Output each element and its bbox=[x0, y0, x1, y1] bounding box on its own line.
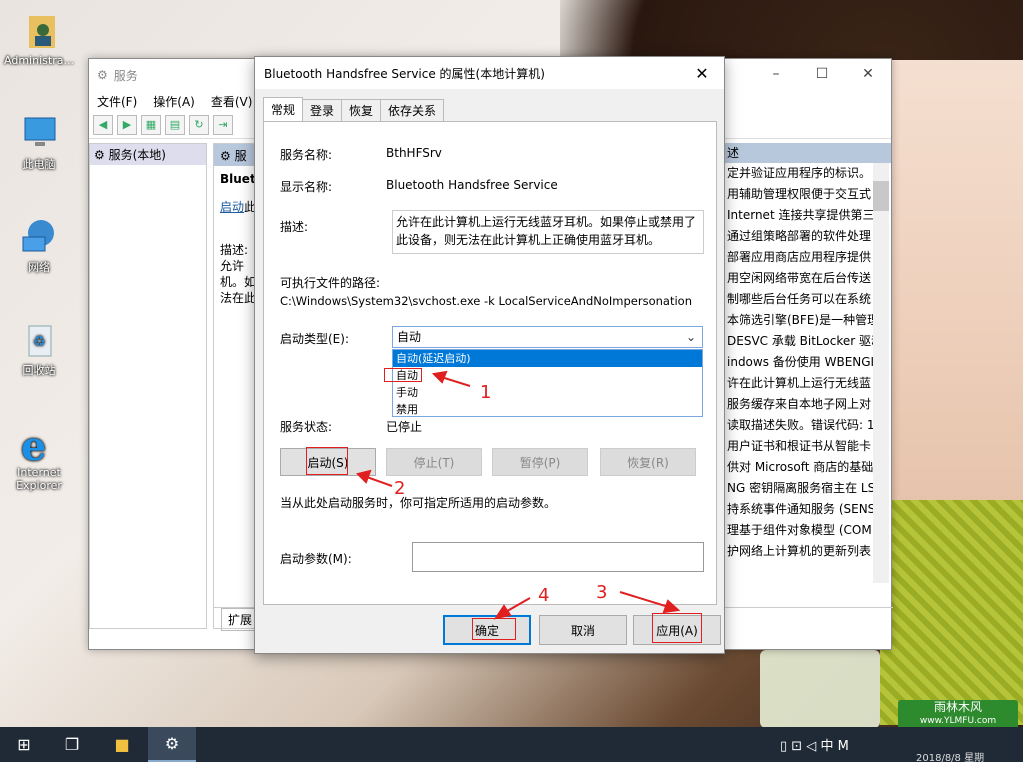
start-button-windows-icon[interactable]: ⊞ bbox=[0, 727, 48, 762]
tray-icons[interactable]: ▯ ⊡ ◁ 中 M bbox=[780, 735, 849, 754]
task-view-icon[interactable]: ❐ bbox=[48, 727, 96, 762]
annotation-label-3: 3 bbox=[596, 582, 608, 603]
annotation-label-4: 4 bbox=[538, 585, 550, 606]
file-explorer-icon[interactable]: ■ bbox=[98, 727, 146, 762]
services-taskbar-icon[interactable]: ⚙ bbox=[148, 727, 196, 762]
annotation-arrows bbox=[356, 370, 681, 620]
lang-indicator: M bbox=[837, 739, 849, 754]
annotation-label-2: 2 bbox=[394, 478, 406, 499]
taskbar: ⊞ ❐ ■ ⚙ ▯ ⊡ ◁ 中 M 2018/8/8 星期 bbox=[0, 727, 1023, 762]
annotation-label-1: 1 bbox=[480, 382, 492, 403]
ime-indicator: 中 bbox=[820, 739, 834, 754]
clock-date[interactable]: 2018/8/8 星期 bbox=[916, 749, 984, 762]
